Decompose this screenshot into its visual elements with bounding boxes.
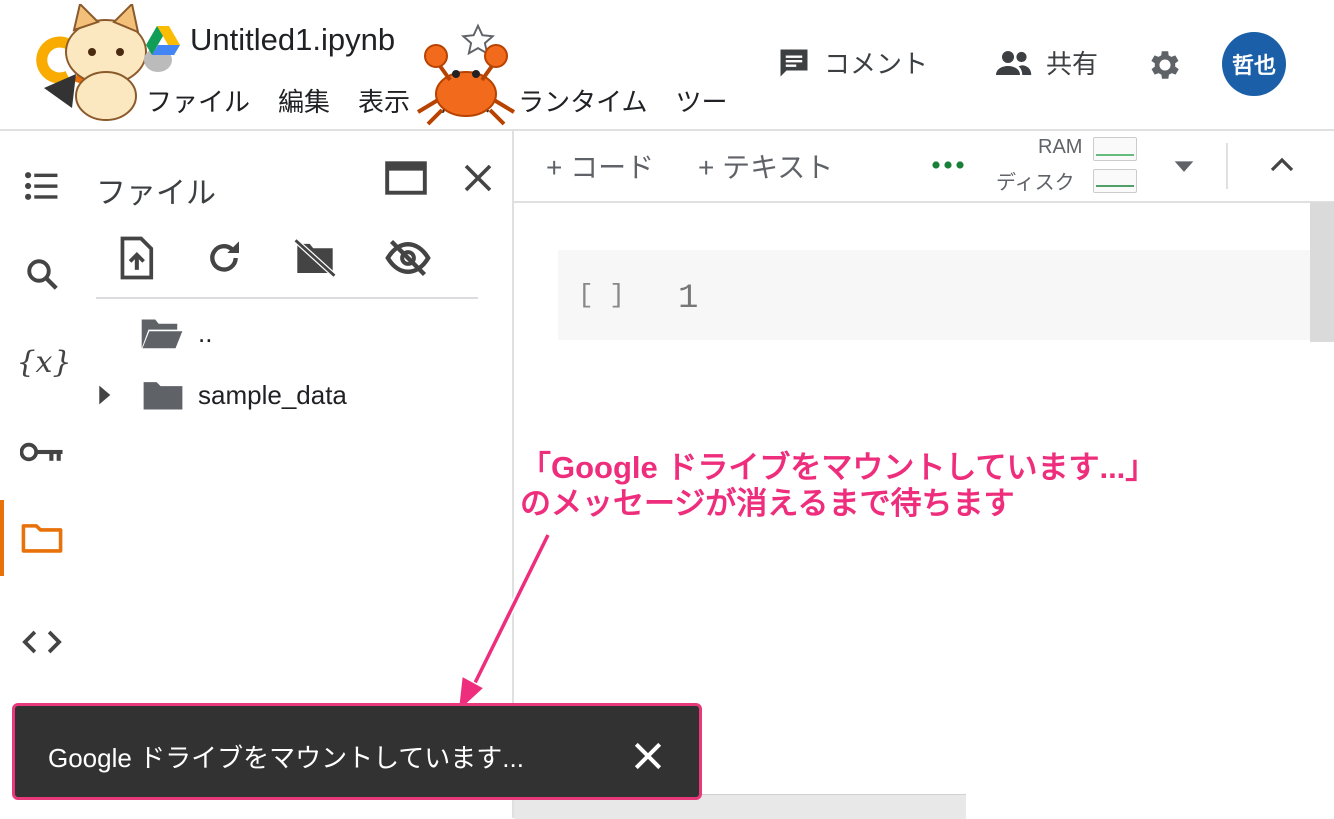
- active-rail-indicator: [0, 500, 4, 576]
- menu-file[interactable]: ファイル: [146, 82, 250, 119]
- comment-icon: [776, 45, 812, 81]
- unmount-drive-icon[interactable]: [292, 236, 338, 280]
- upload-file-icon[interactable]: [116, 236, 156, 280]
- tree-item-parent[interactable]: ..: [140, 316, 212, 350]
- chevron-up-icon[interactable]: [1266, 150, 1298, 180]
- share-label: 共有: [1046, 49, 1099, 79]
- user-avatar[interactable]: 哲也: [1222, 32, 1286, 96]
- open-in-tab-icon[interactable]: [384, 160, 428, 196]
- cell-run-indicator[interactable]: [ ]: [578, 280, 625, 310]
- hidden-files-icon[interactable]: [384, 236, 432, 280]
- folder-icon[interactable]: [20, 516, 64, 560]
- resources-dropdown-icon[interactable]: [1170, 152, 1198, 180]
- add-text-button[interactable]: + テキスト: [698, 146, 833, 186]
- menu-runtime[interactable]: ランタイム: [518, 82, 647, 119]
- toolbar-separator: [1226, 143, 1228, 189]
- notebook-title[interactable]: Untitled1.ipynb: [190, 22, 395, 58]
- tree-item-sample-data[interactable]: sample_data: [96, 378, 347, 412]
- close-icon[interactable]: [460, 160, 496, 196]
- ram-label: RAM: [1038, 136, 1083, 158]
- code-icon[interactable]: [20, 620, 64, 664]
- comment-label: コメント: [824, 49, 929, 79]
- tree-item-label: sample_data: [198, 379, 347, 410]
- tree-item-label: ..: [198, 317, 213, 348]
- google-drive-icon: [146, 26, 180, 56]
- key-icon[interactable]: [20, 430, 64, 474]
- toast-message: Google ドライブをマウントしています...: [48, 743, 524, 773]
- disk-meter[interactable]: [1093, 169, 1137, 193]
- menu-edit[interactable]: 編集: [278, 82, 330, 119]
- folder-icon: [142, 378, 184, 412]
- menu-view[interactable]: 表示: [358, 82, 410, 119]
- crab-sticker-image: [410, 40, 522, 126]
- add-code-button[interactable]: + コード: [546, 146, 654, 186]
- divider: [96, 297, 478, 299]
- cell-line-number: 1: [678, 280, 699, 318]
- toc-icon[interactable]: [20, 164, 64, 208]
- share-button[interactable]: 共有: [994, 44, 1098, 81]
- refresh-icon[interactable]: [204, 236, 244, 280]
- open-folder-icon: [140, 316, 184, 350]
- comment-button[interactable]: コメント: [776, 44, 928, 81]
- gear-icon[interactable]: [1146, 46, 1184, 84]
- disk-label: ディスク: [996, 172, 1075, 194]
- vertical-scrollbar[interactable]: [1310, 202, 1334, 342]
- more-options-icon[interactable]: [930, 148, 966, 182]
- annotation-text-line2: のメッセージが消えるまで待ちます: [520, 486, 1015, 521]
- variables-icon[interactable]: {𝑥}: [16, 340, 71, 384]
- search-icon[interactable]: [20, 252, 64, 296]
- code-cell[interactable]: [558, 250, 1310, 340]
- files-panel-title: ファイル: [96, 177, 216, 210]
- people-icon: [994, 45, 1034, 81]
- menu-tools[interactable]: ツー: [676, 82, 728, 119]
- expand-arrow-icon[interactable]: [96, 384, 112, 406]
- ram-meter[interactable]: [1093, 137, 1137, 161]
- close-icon[interactable]: [628, 736, 668, 776]
